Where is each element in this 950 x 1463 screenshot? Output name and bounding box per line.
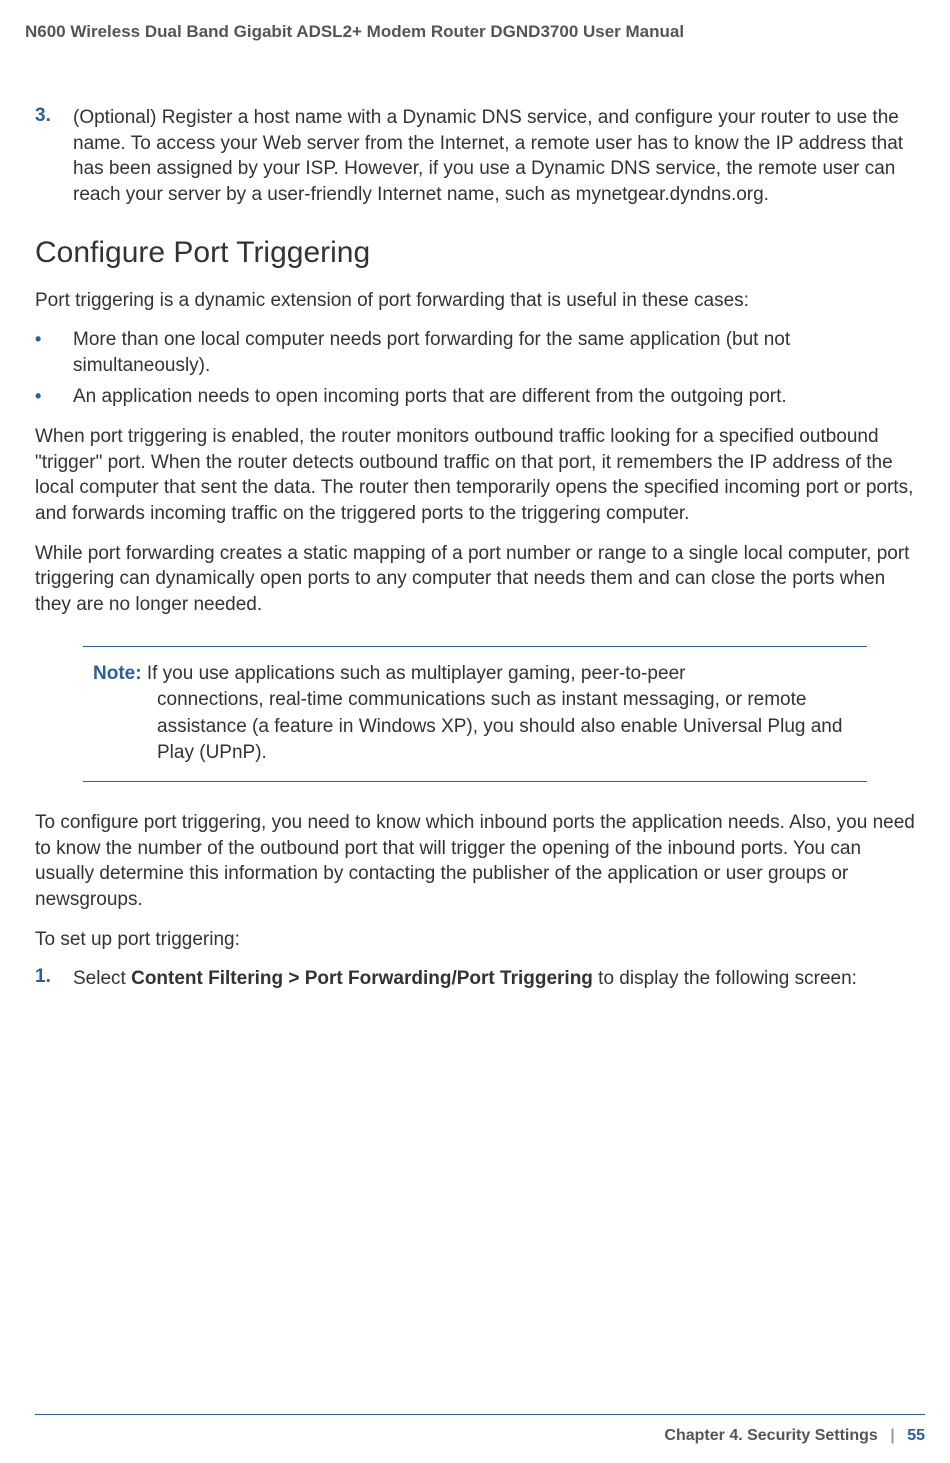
paragraph: When port triggering is enabled, the rou… xyxy=(35,424,915,527)
page-number: 55 xyxy=(907,1427,925,1444)
bullet-icon: • xyxy=(35,327,73,378)
bullet-text: An application needs to open incoming po… xyxy=(73,384,787,410)
page-content: 3. (Optional) Register a host name with … xyxy=(35,105,915,1020)
step-1-item: 1. Select Content Filtering > Port Forwa… xyxy=(35,966,915,992)
note-first-line: If you use applications such as multipla… xyxy=(147,663,686,684)
manual-title: N600 Wireless Dual Band Gigabit ADSL2+ M… xyxy=(25,22,684,41)
bullet-text: More than one local computer needs port … xyxy=(73,327,915,378)
note-label: Note: xyxy=(93,663,142,684)
document-header: N600 Wireless Dual Band Gigabit ADSL2+ M… xyxy=(25,22,684,42)
step1-suffix: to display the following screen: xyxy=(593,968,857,989)
section-heading: Configure Port Triggering xyxy=(35,236,915,270)
step-number: 1. xyxy=(35,966,73,992)
bullet-icon: • xyxy=(35,384,73,410)
list-item: • An application needs to open incoming … xyxy=(35,384,915,410)
intro-paragraph: Port triggering is a dynamic extension o… xyxy=(35,288,915,314)
bullet-list: • More than one local computer needs por… xyxy=(35,327,915,410)
paragraph: To configure port triggering, you need t… xyxy=(35,810,915,913)
note-box: Note: If you use applications such as mu… xyxy=(83,646,867,782)
footer-separator: | xyxy=(890,1427,894,1444)
paragraph: While port forwarding creates a static m… xyxy=(35,541,915,618)
footer-rule xyxy=(35,1414,925,1415)
note-rest: connections, real-time communications su… xyxy=(93,687,867,767)
step1-prefix: Select xyxy=(73,968,131,989)
note-content: Note: If you use applications such as mu… xyxy=(83,661,867,767)
paragraph: To set up port triggering: xyxy=(35,927,915,953)
chapter-label: Chapter 4. Security Settings xyxy=(664,1427,877,1444)
step-1-text: Select Content Filtering > Port Forwardi… xyxy=(73,966,857,992)
step-3-item: 3. (Optional) Register a host name with … xyxy=(35,105,915,208)
step1-bold: Content Filtering > Port Forwarding/Port… xyxy=(131,968,593,989)
step-number: 3. xyxy=(35,105,73,208)
list-item: • More than one local computer needs por… xyxy=(35,327,915,378)
page-footer: Chapter 4. Security Settings | 55 xyxy=(664,1427,925,1445)
step-3-text: (Optional) Register a host name with a D… xyxy=(73,105,915,208)
